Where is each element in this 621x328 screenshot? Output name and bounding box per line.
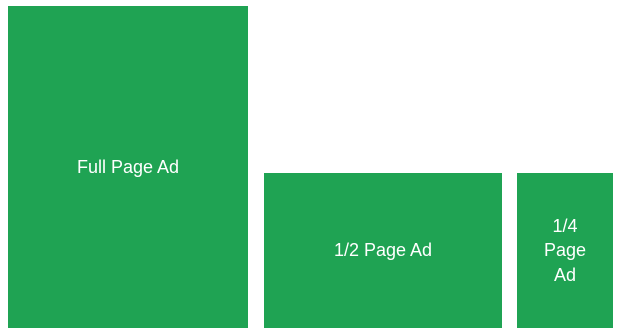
quarter-page-ad-label: 1/4 Page Ad bbox=[543, 216, 587, 285]
full-page-ad-label: Full Page Ad bbox=[76, 156, 180, 177]
quarter-page-ad-block: 1/4 Page Ad bbox=[517, 173, 613, 328]
full-page-ad-block: Full Page Ad bbox=[8, 6, 248, 328]
half-page-ad-block: 1/2 Page Ad bbox=[264, 173, 502, 328]
half-page-ad-label: 1/2 Page Ad bbox=[333, 240, 433, 261]
